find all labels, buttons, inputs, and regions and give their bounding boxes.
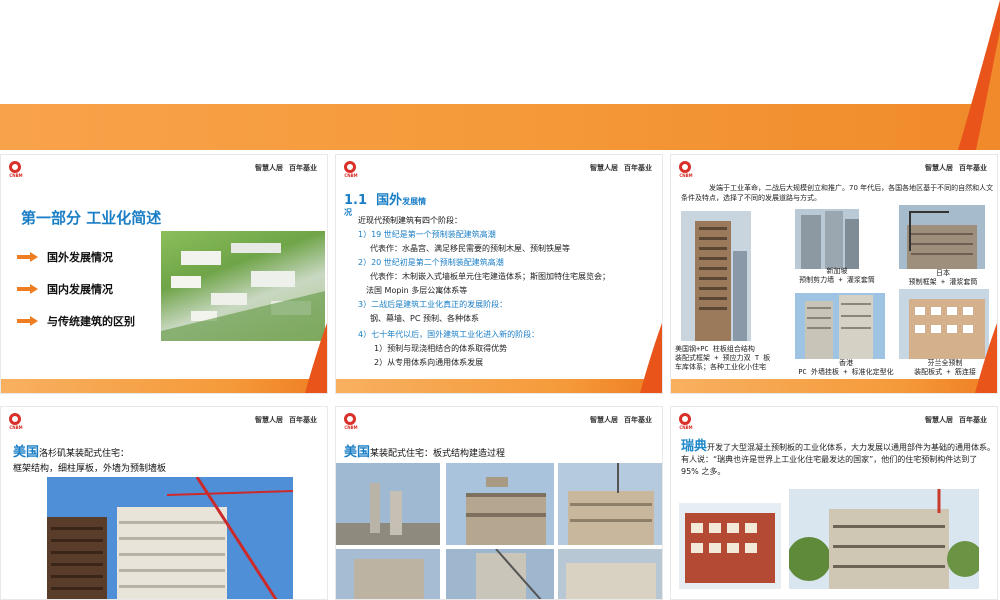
intro-text: 发端于工业革命，二战后大规模创立和推广。70 年代后，各国各地区基于不同的自然和… bbox=[681, 184, 994, 202]
cnbm-logo: CNBM bbox=[344, 413, 358, 431]
intro-text: 近现代预制建筑有四个阶段： bbox=[358, 216, 462, 225]
construction-photo bbox=[558, 463, 662, 545]
sweden-housing-photo bbox=[679, 503, 781, 589]
stage-detail: 法国 Mopin 多层公寓体系等 bbox=[366, 286, 468, 295]
cnbm-logo: CNBM bbox=[9, 161, 23, 179]
construction-photo bbox=[446, 463, 554, 545]
footer-band bbox=[1, 379, 327, 393]
stage-detail: 2）从专用体系向通用体系发展 bbox=[374, 358, 484, 367]
footer-band bbox=[336, 379, 662, 393]
la-building-photo bbox=[47, 477, 293, 599]
japan-photo bbox=[899, 205, 985, 269]
japan-caption: 日本 预制框架 + 灌浆套筒 bbox=[908, 269, 978, 286]
construction-photo bbox=[336, 549, 440, 599]
slide-heading: 美国洛杉矶某装配式住宅： bbox=[13, 445, 130, 460]
singapore-photo bbox=[795, 209, 859, 269]
footer-swoosh bbox=[975, 323, 997, 393]
slide-heading: 美国某装配式住宅：板式结构建造过程 bbox=[344, 445, 506, 460]
slide-thumbnail-6[interactable]: CNBM 智慧人居 百年基业 瑞典开发了大型混凝土预制板的工业化体系，大力发展以通… bbox=[670, 406, 998, 600]
brand-slogan: 智慧人居 百年基业 bbox=[590, 416, 652, 424]
stage-detail: 代表作：水晶宫、满足移民需要的预制木屋、预制铁屋等 bbox=[370, 244, 570, 253]
usa-caption: 美国钢+PC 柱板组合结构 装配式框架 + 预应力双 T 板车库体系；各种工业化小… bbox=[675, 345, 771, 371]
footer-swoosh bbox=[305, 323, 327, 393]
footer-swoosh bbox=[640, 323, 662, 393]
stage-detail: 1）预制与现浇相结合的体系取得优势 bbox=[374, 344, 508, 353]
brand-slogan: 智慧人居 百年基业 bbox=[255, 164, 317, 172]
slide-thumbnail-4[interactable]: CNBM 智慧人居 百年基业 美国洛杉矶某装配式住宅： 框架结构，细柱厚板，外墙为… bbox=[0, 406, 328, 600]
cnbm-logo: CNBM bbox=[9, 413, 23, 431]
sweden-housing-photo bbox=[789, 489, 979, 589]
cnbm-logo: CNBM bbox=[679, 413, 693, 431]
stage-heading: 2）20 世纪初是第二个预制装配建筑高潮 bbox=[358, 258, 504, 267]
slide-thumbnail-1[interactable]: CNBM 智慧人居 百年基业 第一部分 工业化简述 国外发展情况 国内发展情况 与… bbox=[0, 154, 328, 394]
slide-thumbnail-5[interactable]: CNBM 智慧人居 百年基业 美国某装配式住宅：板式结构建造过程 bbox=[335, 406, 663, 600]
brand-slogan: 智慧人居 百年基业 bbox=[925, 416, 987, 424]
stage-detail: 代表作：木制嵌入式墙板单元住宅建造体系；斯图加特住宅展览会； bbox=[370, 272, 610, 281]
arrow-icon bbox=[17, 284, 39, 294]
footer-band bbox=[671, 379, 997, 393]
hongkong-photo bbox=[795, 293, 885, 359]
brand-slogan: 智慧人居 百年基业 bbox=[925, 164, 987, 172]
cnbm-logo: CNBM bbox=[679, 161, 693, 179]
outline-item: 国内发展情况 bbox=[17, 281, 113, 297]
slide-thumbnail-2[interactable]: CNBM 智慧人居 百年基业 1.1 国外发展情 况 近现代预制建筑有四个阶段： … bbox=[335, 154, 663, 394]
slide-heading-tail: 况 bbox=[344, 208, 352, 217]
usa-tower-photo bbox=[681, 211, 751, 341]
slide-thumbnail-3[interactable]: CNBM 智慧人居 百年基业 发端于工业革命，二战后大规模创立和推广。70 年代后… bbox=[670, 154, 998, 394]
stage-heading: 4）七十年代以后，国外建筑工业化进入新的阶段： bbox=[358, 330, 540, 339]
arrow-icon bbox=[17, 252, 39, 262]
construction-photo bbox=[558, 549, 662, 599]
hongkong-caption: 香港 PC 外墙挂板 + 标准化定型化 bbox=[798, 359, 894, 376]
cover-swoosh bbox=[958, 0, 1000, 150]
slide-subtitle: 框架结构，细柱厚板，外墙为预制墙板 bbox=[13, 464, 167, 474]
stage-heading: 3）二战后是建筑工业化真正的发展阶段： bbox=[358, 300, 508, 309]
slide-body: 瑞典开发了大型混凝土预制板的工业化体系，大力发展以通用部件为基础的通用体系。有人… bbox=[681, 439, 996, 476]
outline-item: 与传统建筑的区别 bbox=[17, 313, 135, 329]
section-title: 第一部分 工业化简述 bbox=[21, 209, 162, 227]
construction-photo bbox=[336, 463, 440, 545]
brand-slogan: 智慧人居 百年基业 bbox=[590, 164, 652, 172]
cnbm-logo: CNBM bbox=[344, 161, 358, 179]
singapore-caption: 新加坡 预制剪力墙 + 灌浆套筒 bbox=[799, 267, 875, 284]
cover-orange-band bbox=[0, 104, 1000, 150]
stage-heading: 1）19 世纪是第一个预制装配建筑高潮 bbox=[358, 230, 496, 239]
stage-detail: 钢、幕墙、PC 预制、各种体系 bbox=[370, 314, 479, 323]
slide-heading: 1.1 国外发展情 bbox=[344, 193, 427, 208]
cover-banner bbox=[0, 0, 1000, 150]
arrow-icon bbox=[17, 316, 39, 326]
outline-item: 国外发展情况 bbox=[17, 249, 113, 265]
construction-photo bbox=[446, 549, 554, 599]
brand-slogan: 智慧人居 百年基业 bbox=[255, 416, 317, 424]
